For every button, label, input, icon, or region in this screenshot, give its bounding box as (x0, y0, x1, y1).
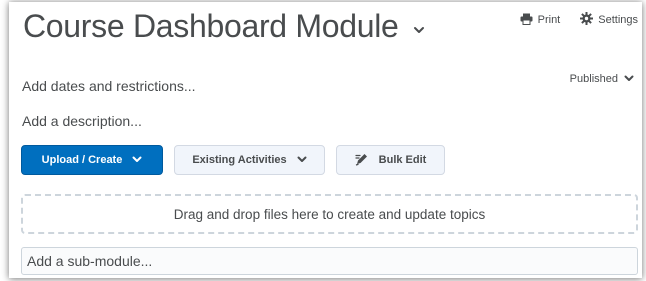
chevron-down-icon (624, 73, 634, 85)
existing-activities-button[interactable]: Existing Activities (174, 145, 325, 175)
add-submodule-input[interactable]: Add a sub-module... (21, 247, 638, 275)
status-dropdown[interactable]: Published (570, 73, 634, 85)
settings-label: Settings (598, 14, 638, 26)
upload-create-label: Upload / Create (41, 154, 123, 166)
add-description-link[interactable]: Add a description... (22, 113, 142, 129)
existing-activities-label: Existing Activities (192, 154, 287, 166)
bulk-edit-label: Bulk Edit (378, 154, 427, 166)
gear-icon (580, 12, 594, 28)
title-row: Course Dashboard Module (23, 8, 425, 45)
upload-create-button[interactable]: Upload / Create (21, 145, 163, 175)
add-dates-link[interactable]: Add dates and restrictions... (22, 78, 196, 94)
dropzone-text: Drag and drop files here to create and u… (173, 206, 486, 222)
chevron-down-icon[interactable] (413, 21, 425, 39)
file-dropzone[interactable]: Drag and drop files here to create and u… (21, 194, 638, 234)
bulk-edit-button[interactable]: Bulk Edit (336, 145, 445, 175)
chevron-down-icon (297, 154, 307, 166)
add-submodule-placeholder: Add a sub-module... (27, 253, 153, 269)
top-actions: Print Settings (520, 12, 638, 28)
print-label: Print (537, 14, 561, 26)
printer-icon (520, 13, 533, 28)
settings-button[interactable]: Settings (580, 12, 638, 28)
pencil-icon (355, 152, 369, 169)
print-button[interactable]: Print (520, 12, 561, 28)
module-panel: Course Dashboard Module Print Settings A… (9, 2, 642, 278)
status-label: Published (569, 73, 618, 85)
page-title: Course Dashboard Module (23, 8, 399, 44)
chevron-down-icon (132, 154, 142, 166)
